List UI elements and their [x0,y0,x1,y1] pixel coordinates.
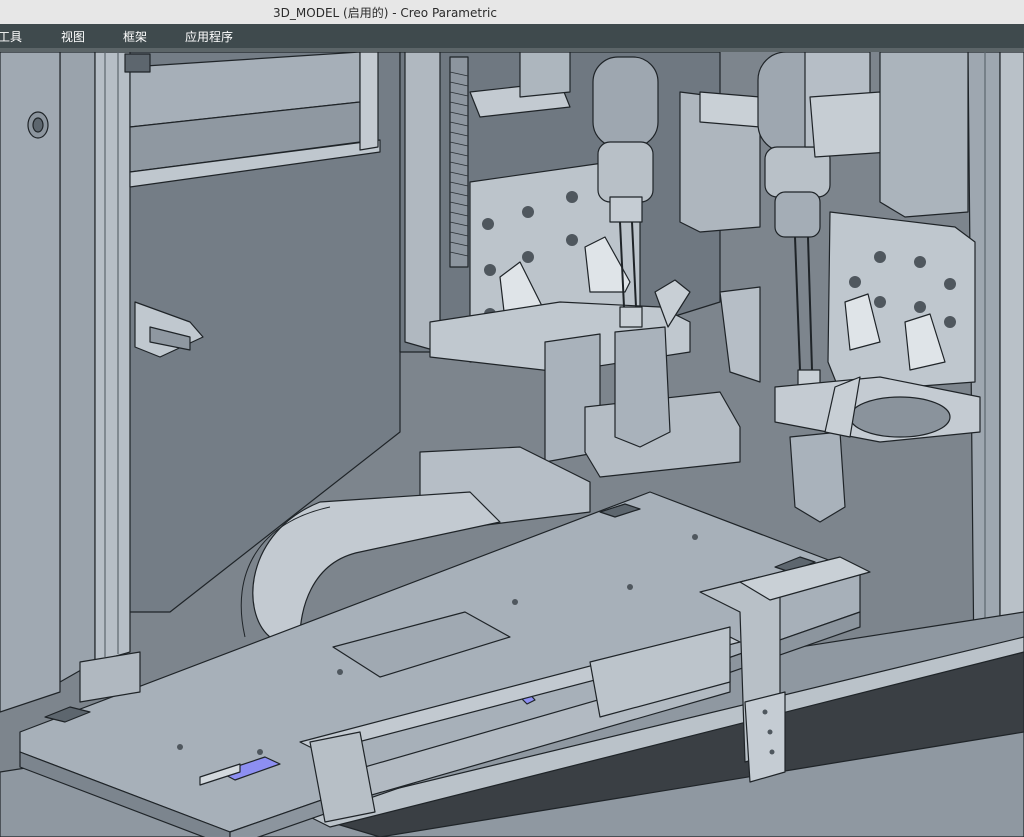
z-axis-plate-left [404,52,441,353]
gripper-right [789,431,846,523]
menu-tools[interactable]: 工具 [0,28,22,45]
cylinder-left [592,56,659,148]
menu-view[interactable]: 视图 [61,28,85,45]
window-title: 3D_MODEL (启用的) - Creo Parametric [273,6,497,20]
menu-framework[interactable]: 框架 [123,28,147,45]
gripper-left [614,326,671,448]
cad-model-render[interactable] [0,52,1024,837]
window-titlebar: 3D_MODEL (启用的) - Creo Parametric [0,0,1024,25]
menu-bar: 工具 视图 框架 应用程序 [0,24,1024,48]
graphics-window[interactable] [0,52,1024,837]
left-outer-panel [0,52,61,713]
left-frame-column [59,52,96,683]
menu-applications[interactable]: 应用程序 [185,28,233,45]
left-frame-face [94,52,131,663]
